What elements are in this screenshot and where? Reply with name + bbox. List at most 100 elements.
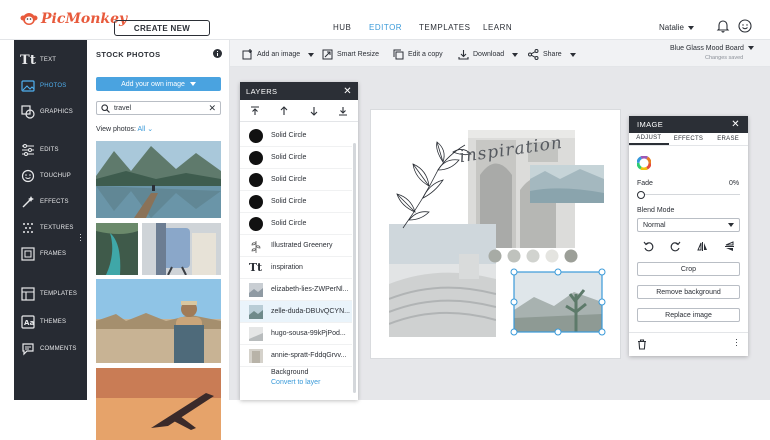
clear-icon[interactable]: ✕ [208,103,216,114]
fade-slider[interactable] [637,191,740,199]
layer-row[interactable]: Solid Circle [240,125,352,147]
download-button[interactable]: Download [458,49,519,60]
add-own-image-button[interactable]: Add your own image [96,77,221,91]
info-icon[interactable] [213,49,222,58]
edit-copy-label: Edit a copy [408,51,443,58]
photos-icon [20,78,36,94]
canvas-image-glacier[interactable] [530,165,604,203]
view-photos-value: All [137,126,146,133]
rail-item-graphics[interactable]: GRAPHICS [14,100,87,124]
document-title[interactable]: Blue Glass Mood Board [670,45,754,52]
tab-erase[interactable]: ERASE [708,133,748,145]
bell-icon[interactable] [716,19,730,33]
tab-effects[interactable]: EFFECTS [669,133,709,145]
rail-label: PHOTOS [40,83,67,89]
nav-editor[interactable]: EDITOR [369,23,402,32]
layer-row[interactable]: Solid Circle [240,213,352,235]
replace-image-button[interactable]: Replace image [637,308,740,322]
layer-row[interactable]: Illustrated Greenery [240,235,352,257]
add-image-button[interactable]: Add an image [242,49,315,60]
layer-row[interactable]: hugo-sousa-99kPjPod... [240,323,352,345]
layer-row[interactable]: Solid Circle [240,169,352,191]
picmonkey-logo[interactable]: PicMonkey [20,11,127,27]
flip-horizontal-icon[interactable] [697,241,708,252]
layer-row[interactable]: annie-spratt-FddqGrvv... [240,345,352,367]
rail-item-edits[interactable]: EDITS [14,138,87,162]
smart-resize-button[interactable]: Smart Resize [322,49,379,60]
smiley-icon[interactable] [738,19,752,33]
chevron-down-icon [308,52,315,57]
move-down-icon[interactable] [309,106,319,116]
nav-learn[interactable]: LEARN [483,23,512,32]
layers-header: LAYERS ✕ [240,82,358,100]
send-to-back-icon[interactable] [338,106,348,116]
share-button[interactable]: Share [528,49,576,60]
rail-item-comments[interactable]: COMMENTS [14,337,87,361]
layer-row[interactable]: elizabeth-lies-ZWPerNl... [240,279,352,301]
layer-row-selected[interactable]: zelle-duda-DBUvQCYN... [240,301,352,323]
blend-mode-select[interactable]: Normal [637,218,740,232]
photo-river-canyon[interactable] [96,223,138,275]
rail-item-effects[interactable]: EFFECTS [14,190,87,214]
layer-order-tools [240,100,358,122]
search-input[interactable]: travel ✕ [96,101,221,115]
crop-button[interactable]: Crop [637,262,740,276]
create-new-button[interactable]: CREATE NEW [114,20,210,36]
flip-vertical-icon[interactable] [724,241,735,252]
rail-collapse-handle[interactable]: · · · [79,230,82,245]
photo-lake-mountains[interactable] [96,141,221,218]
close-icon[interactable]: ✕ [731,119,740,130]
stock-photos-panel: STOCK PHOTOS Add your own image travel ✕… [87,40,230,440]
canvas-image-amphitheater[interactable] [389,224,496,337]
color-wheel-icon[interactable] [637,156,651,170]
layer-row[interactable]: Tt inspiration [240,257,352,279]
nav-templates[interactable]: TEMPLATES [419,23,470,32]
layer-row[interactable]: Solid Circle [240,147,352,169]
bring-to-front-icon[interactable] [250,105,260,116]
nav-hub[interactable]: HUB [333,23,351,32]
rail-item-photos[interactable]: PHOTOS [14,74,87,98]
layers-scrollbar[interactable] [353,143,356,393]
tab-adjust[interactable]: ADJUST [629,133,669,145]
remove-background-button[interactable]: Remove background [637,285,740,299]
user-name: Natalie [659,23,684,32]
templates-icon [20,286,36,302]
layer-row[interactable]: Solid Circle [240,191,352,213]
more-options-icon[interactable]: · · · [735,335,738,350]
rail-item-touchup[interactable]: TOUCHUP [14,164,87,188]
rail-item-text[interactable]: Tt TEXT [14,48,87,72]
edit-copy-button[interactable]: Edit a copy [393,49,443,60]
rail-item-templates[interactable]: TEMPLATES [14,282,87,306]
top-bar: PicMonkey CREATE NEW HUB EDITOR TEMPLATE… [0,0,770,40]
transform-tools [643,241,735,252]
close-icon[interactable]: ✕ [343,86,352,97]
photo-airplane-sunset[interactable] [96,368,221,440]
selection-box[interactable] [510,268,606,336]
search-value: travel [114,104,132,112]
touchup-icon [20,168,36,184]
rotate-right-icon[interactable] [670,241,681,252]
share-label: Share [543,51,562,58]
rail-item-themes[interactable]: Aa THEMES [14,310,87,334]
text-icon: Tt [19,52,37,68]
color-swatch-circles[interactable] [488,249,580,263]
circle-icon [248,216,263,231]
convert-to-layer-link[interactable]: Convert to layer [271,379,320,386]
rail-label: THEMES [40,319,67,325]
rotate-left-icon[interactable] [643,241,654,252]
image-settings-panel: IMAGE ✕ ADJUST EFFECTS ERASE Fade 0% Ble… [629,116,748,356]
photo-suitcase[interactable] [142,223,221,275]
user-menu[interactable]: Natalie [659,23,694,32]
image-panel-header: IMAGE ✕ [629,116,748,133]
view-photos-filter[interactable]: View photos: All ⌄ [96,125,153,133]
circle-icon [248,150,263,165]
chevron-down-icon [189,82,196,86]
rail-item-frames[interactable]: FRAMES [14,242,87,266]
trash-icon[interactable] [637,339,647,350]
photo-backpacker-city[interactable] [96,279,221,363]
move-up-icon[interactable] [279,105,289,116]
svg-text:Aa: Aa [24,319,35,327]
design-canvas[interactable]: inspiration [371,110,620,358]
rail-item-textures[interactable]: TEXTURES [14,216,87,240]
slider-handle[interactable] [637,191,645,199]
